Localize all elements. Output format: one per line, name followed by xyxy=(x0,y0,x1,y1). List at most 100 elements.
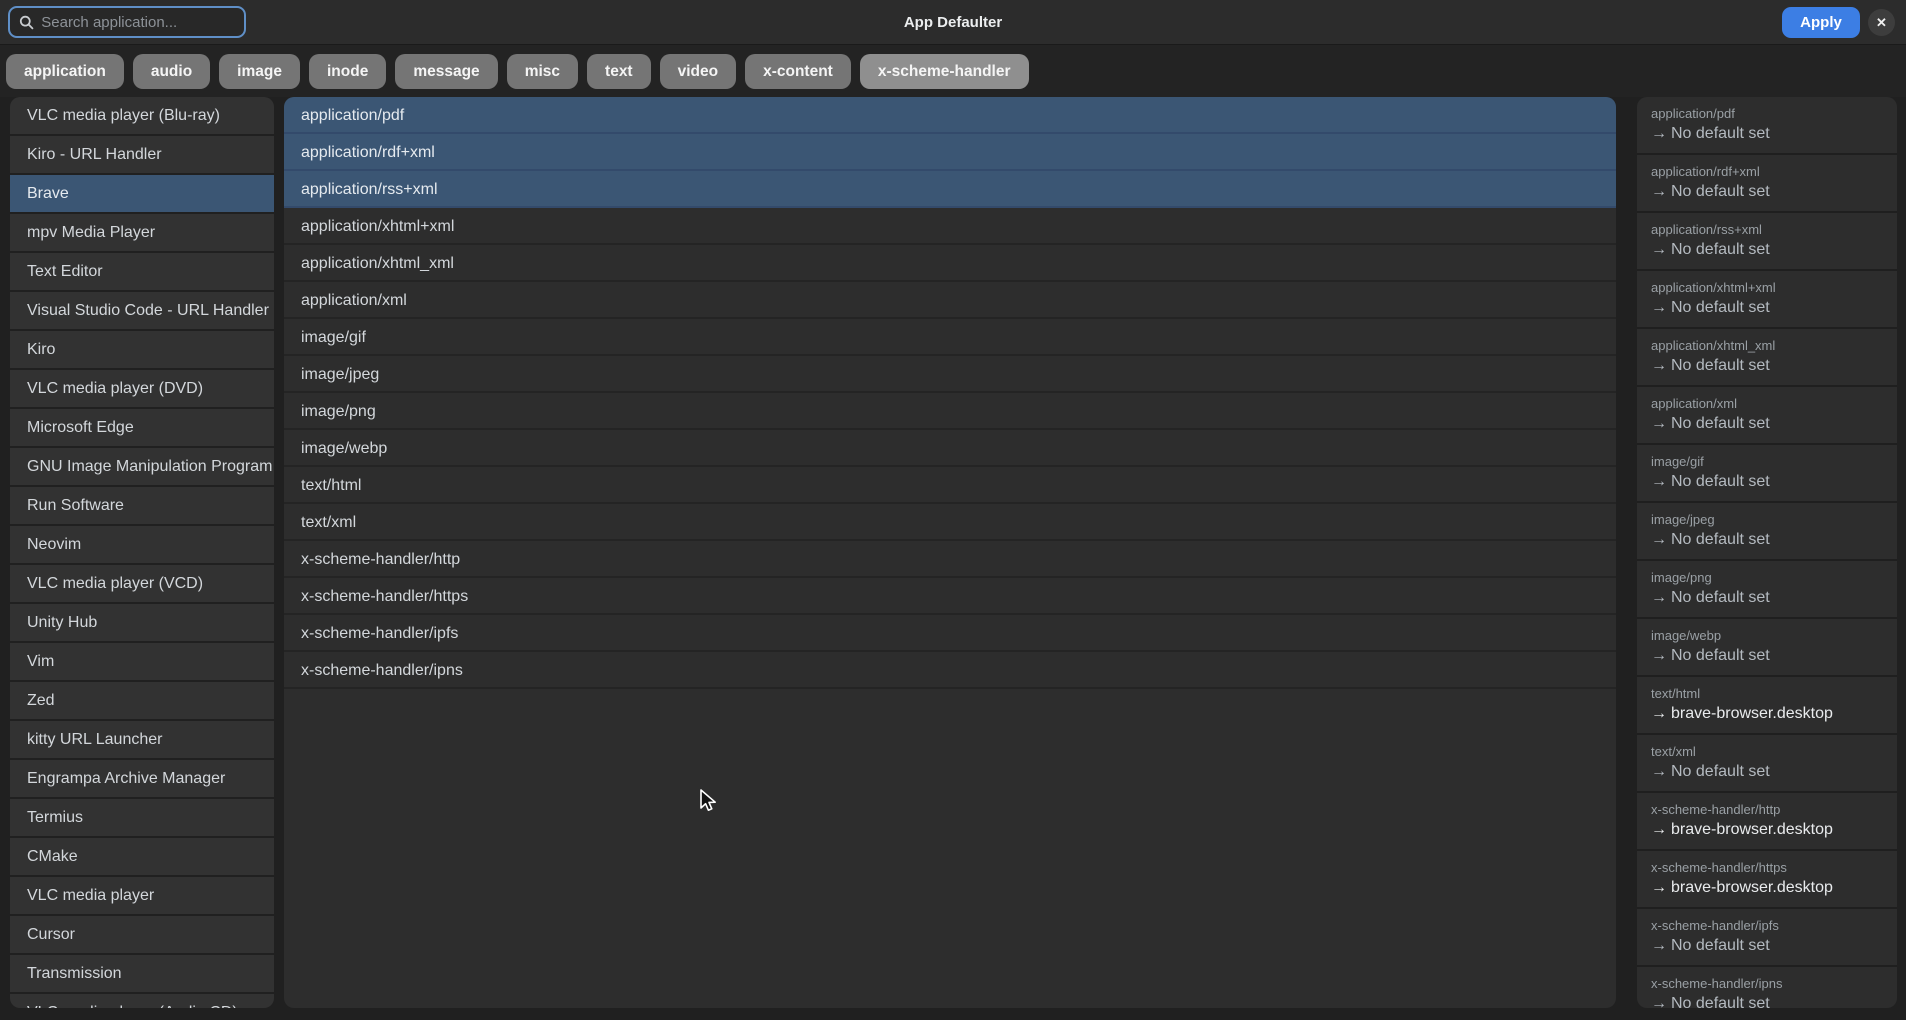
mime-type-list-item[interactable]: application/xhtml_xml xyxy=(284,245,1616,282)
category-chip[interactable]: audio xyxy=(133,54,210,89)
window-title: App Defaulter xyxy=(0,0,1906,45)
mime-type-list-item[interactable]: text/xml xyxy=(284,504,1616,541)
application-list-item[interactable]: VLC media player (DVD) xyxy=(10,370,274,407)
default-assignment-card: image/png →No default set xyxy=(1637,561,1897,619)
category-chip[interactable]: video xyxy=(660,54,736,89)
default-value: →No default set xyxy=(1651,995,1883,1008)
default-assignment-card: application/xhtml+xml →No default set xyxy=(1637,271,1897,329)
mime-type-list-item[interactable]: application/pdf xyxy=(284,97,1616,134)
application-list-item[interactable]: Transmission xyxy=(10,955,274,992)
mime-type-list-item[interactable]: image/webp xyxy=(284,430,1616,467)
default-assignment-card: application/rss+xml →No default set xyxy=(1637,213,1897,271)
mime-type-list-item[interactable]: x-scheme-handler/https xyxy=(284,578,1616,615)
category-chip[interactable]: misc xyxy=(507,54,578,89)
arrow-icon: → xyxy=(1651,937,1667,954)
application-list-item[interactable]: GNU Image Manipulation Program xyxy=(10,448,274,485)
close-button[interactable]: ✕ xyxy=(1868,9,1895,36)
mime-type-list-item[interactable]: application/xhtml+xml xyxy=(284,208,1616,245)
default-mime-label: application/xhtml+xml xyxy=(1651,280,1883,295)
application-list-item[interactable]: Visual Studio Code - URL Handler xyxy=(10,292,274,329)
default-value-text: No default set xyxy=(1671,647,1770,664)
application-list-item[interactable]: Neovim xyxy=(10,526,274,563)
application-list-item[interactable]: VLC media player (Audio CD) xyxy=(10,994,274,1008)
arrow-icon: → xyxy=(1651,589,1667,606)
top-bar: App Defaulter Apply ✕ xyxy=(0,0,1906,45)
apply-button[interactable]: Apply xyxy=(1782,7,1860,38)
arrow-icon: → xyxy=(1651,183,1667,200)
default-value: →No default set xyxy=(1651,937,1883,955)
category-chip[interactable]: application xyxy=(6,54,124,89)
default-assignment-card: application/xhtml_xml →No default set xyxy=(1637,329,1897,387)
category-chip[interactable]: text xyxy=(587,54,651,89)
default-value-text: brave-browser.desktop xyxy=(1671,879,1833,896)
default-mime-label: x-scheme-handler/https xyxy=(1651,860,1883,875)
application-list-item[interactable]: kitty URL Launcher xyxy=(10,721,274,758)
application-list-item[interactable]: Engrampa Archive Manager xyxy=(10,760,274,797)
application-list-item[interactable]: Zed xyxy=(10,682,274,719)
application-list-item[interactable]: Unity Hub xyxy=(10,604,274,641)
default-assignment-card: application/rdf+xml →No default set xyxy=(1637,155,1897,213)
applications-list: VLC media player (Blu-ray) Kiro - URL Ha… xyxy=(10,97,274,1008)
application-list-item[interactable]: Termius xyxy=(10,799,274,836)
default-mime-label: application/xhtml_xml xyxy=(1651,338,1883,353)
default-assignment-card: text/xml →No default set xyxy=(1637,735,1897,793)
default-mime-label: text/html xyxy=(1651,686,1883,701)
application-list-item[interactable]: VLC media player (Blu-ray) xyxy=(10,97,274,134)
default-mime-label: image/jpeg xyxy=(1651,512,1883,527)
default-assignment-card: application/pdf →No default set xyxy=(1637,97,1897,155)
default-mime-label: x-scheme-handler/http xyxy=(1651,802,1883,817)
default-assignment-card: x-scheme-handler/ipfs →No default set xyxy=(1637,909,1897,967)
mime-type-list-item[interactable]: application/xml xyxy=(284,282,1616,319)
application-list-item[interactable]: mpv Media Player xyxy=(10,214,274,251)
category-chip[interactable]: x-content xyxy=(745,54,851,89)
arrow-icon: → xyxy=(1651,705,1667,722)
default-assignment-card: x-scheme-handler/http →brave-browser.des… xyxy=(1637,793,1897,851)
default-mime-label: x-scheme-handler/ipns xyxy=(1651,976,1883,991)
default-assignment-card: image/gif →No default set xyxy=(1637,445,1897,503)
mime-type-list-item[interactable]: application/rdf+xml xyxy=(284,134,1616,171)
category-chip[interactable]: message xyxy=(395,54,497,89)
mime-type-list-item[interactable]: text/html xyxy=(284,467,1616,504)
application-list-item[interactable]: Run Software xyxy=(10,487,274,524)
application-list-item[interactable]: Text Editor xyxy=(10,253,274,290)
default-mime-label: application/xml xyxy=(1651,396,1883,411)
default-mime-label: image/png xyxy=(1651,570,1883,585)
category-chip[interactable]: image xyxy=(219,54,300,89)
application-list-item[interactable]: Kiro - URL Handler xyxy=(10,136,274,173)
category-filter-bar: application audio image inode message mi… xyxy=(0,45,1906,97)
default-value-text: No default set xyxy=(1671,763,1770,780)
application-list-item[interactable]: VLC media player (VCD) xyxy=(10,565,274,602)
default-value: →No default set xyxy=(1651,763,1883,781)
default-value-text: No default set xyxy=(1671,241,1770,258)
mime-type-list-item[interactable]: x-scheme-handler/http xyxy=(284,541,1616,578)
arrow-icon: → xyxy=(1651,531,1667,548)
default-mime-label: image/gif xyxy=(1651,454,1883,469)
default-value-text: No default set xyxy=(1671,299,1770,316)
application-list-item[interactable]: Cursor xyxy=(10,916,274,953)
mime-type-list-item[interactable]: application/rss+xml xyxy=(284,171,1616,208)
arrow-icon: → xyxy=(1651,821,1667,838)
application-list-item[interactable]: Brave xyxy=(10,175,274,212)
application-list-item[interactable]: CMake xyxy=(10,838,274,875)
mime-type-list-item[interactable]: x-scheme-handler/ipfs xyxy=(284,615,1616,652)
default-value: →No default set xyxy=(1651,589,1883,607)
default-value: →No default set xyxy=(1651,241,1883,259)
category-chip[interactable]: x-scheme-handler xyxy=(860,54,1029,89)
mime-type-list-item[interactable]: x-scheme-handler/ipns xyxy=(284,652,1616,689)
arrow-icon: → xyxy=(1651,357,1667,374)
application-list-item[interactable]: VLC media player xyxy=(10,877,274,914)
mime-types-list: application/pdf application/rdf+xml appl… xyxy=(284,97,1616,1008)
arrow-icon: → xyxy=(1651,995,1667,1008)
mime-type-list-item[interactable]: image/gif xyxy=(284,319,1616,356)
mime-type-list-item[interactable]: image/png xyxy=(284,393,1616,430)
category-chip[interactable]: inode xyxy=(309,54,386,89)
defaults-list: application/pdf →No default set applicat… xyxy=(1637,97,1897,1008)
application-list-item[interactable]: Vim xyxy=(10,643,274,680)
arrow-icon: → xyxy=(1651,415,1667,432)
application-list-item[interactable]: Microsoft Edge xyxy=(10,409,274,446)
default-mime-label: image/webp xyxy=(1651,628,1883,643)
mime-type-list-item[interactable]: image/jpeg xyxy=(284,356,1616,393)
default-mime-label: text/xml xyxy=(1651,744,1883,759)
default-value-text: No default set xyxy=(1671,531,1770,548)
application-list-item[interactable]: Kiro xyxy=(10,331,274,368)
